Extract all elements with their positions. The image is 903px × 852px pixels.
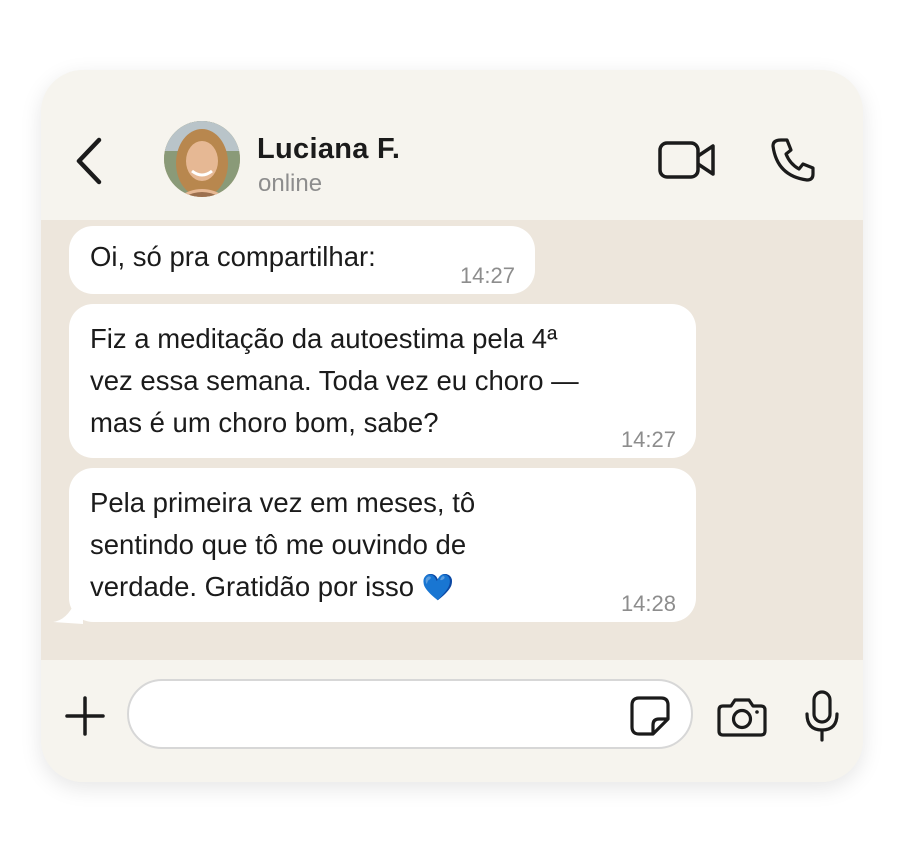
voice-call-button[interactable] [769, 136, 817, 184]
camera-button[interactable] [717, 696, 767, 738]
back-arrow-icon [76, 137, 102, 185]
message-input[interactable] [127, 679, 693, 749]
microphone-icon [805, 690, 839, 742]
chat-header: Luciana F. online [41, 70, 863, 220]
chat-window: Luciana F. online Oi, só pra compartilha… [41, 70, 863, 782]
message-time: 14:27 [620, 427, 676, 452]
message-text: Pela primeira vez em meses, tô sentindo … [90, 487, 476, 603]
sticker-icon [630, 696, 670, 736]
camera-icon [717, 698, 767, 737]
back-button[interactable] [71, 136, 107, 186]
message-time: 14:28 [620, 591, 676, 616]
attach-button[interactable] [63, 694, 107, 738]
phone-icon [771, 138, 815, 182]
blue-heart-emoji: 💙 [421, 573, 455, 603]
contact-status: online [258, 170, 323, 197]
message-time: 14:27 [459, 263, 515, 288]
message-text: Fiz a meditação da autoestima pela 4ª ve… [90, 323, 579, 438]
video-call-button[interactable] [658, 140, 716, 180]
message-bubble[interactable]: Pela primeira vez em meses, tô sentindo … [69, 468, 696, 622]
avatar[interactable] [164, 121, 240, 197]
video-call-icon [658, 141, 715, 179]
contact-name[interactable]: Luciana F. [257, 133, 400, 166]
message-bubble[interactable]: Fiz a meditação da autoestima pela 4ª ve… [69, 304, 696, 458]
sticker-button[interactable] [629, 695, 671, 737]
message-bubble[interactable]: Oi, só pra compartilhar: 14:27 [69, 226, 535, 294]
composer-bar [41, 660, 863, 782]
microphone-button[interactable] [803, 690, 841, 742]
message-text: Oi, só pra compartilhar: [90, 241, 376, 272]
plus-icon [65, 696, 105, 736]
message-list[interactable]: Oi, só pra compartilhar: 14:27 Fiz a med… [41, 220, 863, 660]
